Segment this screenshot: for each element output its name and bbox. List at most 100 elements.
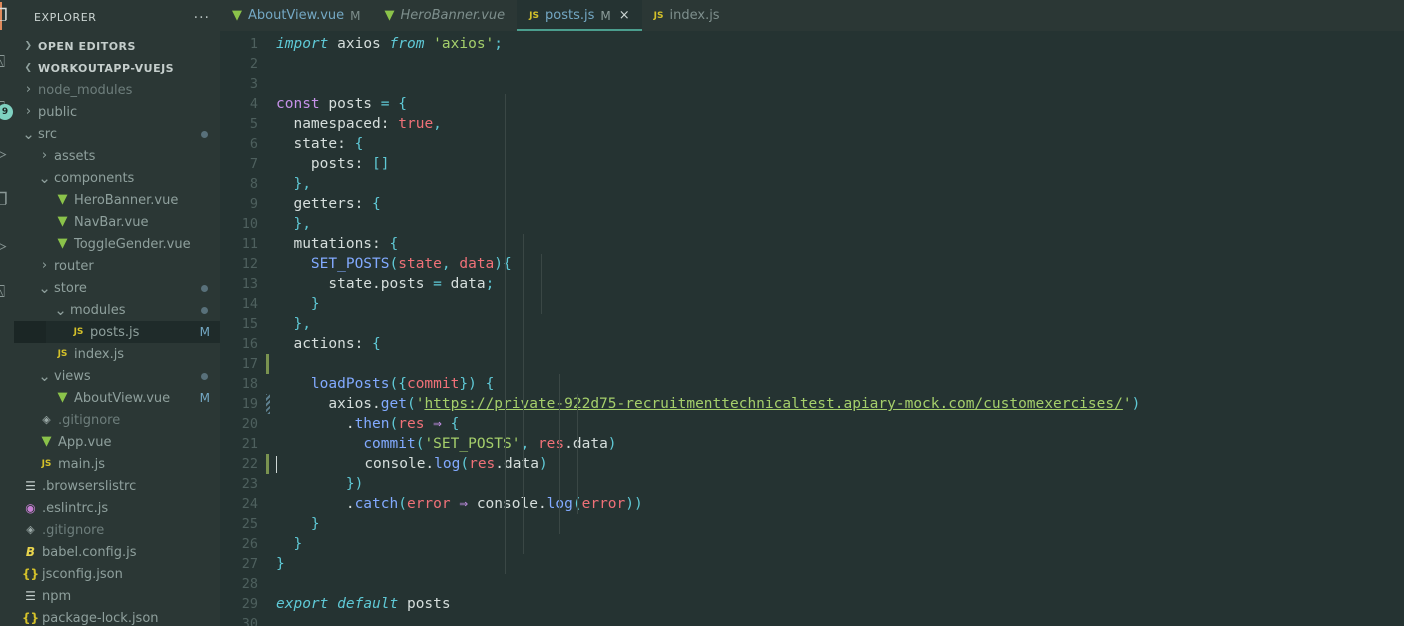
code-line-text: import axios from 'axios'; [276, 36, 504, 52]
tree-file-babel-config-js[interactable]: Bbabel.config.js [14, 541, 220, 563]
tree-file-npm[interactable]: ☰ npm [14, 585, 220, 607]
chevron-down-icon[interactable]: ⌄ [22, 127, 35, 142]
vue-file-icon: ▼ [41, 434, 52, 449]
code-line[interactable]: 2 [220, 54, 1404, 74]
tree-file-package-lock-json[interactable]: {} package-lock.json [14, 607, 220, 626]
code-content[interactable]: 1 import axios from 'axios'; 2 3 4 const post… [220, 31, 1404, 626]
folder-modified-dot [201, 284, 208, 292]
indent-guide [523, 234, 524, 334]
chevron-down-icon[interactable]: ⌄ [38, 369, 51, 384]
code-line[interactable]: 8 }, [220, 174, 1404, 194]
code-editor[interactable]: 1 import axios from 'axios'; 2 3 4 const post… [220, 31, 1404, 626]
tree-item-label: main.js [58, 456, 105, 472]
editor-tab-aboutview-vue[interactable]: ▼ AboutView.vue M [220, 0, 373, 31]
code-line[interactable]: 11 mutations: { [220, 234, 1404, 254]
tree-folder-router[interactable]: › router [14, 255, 220, 277]
code-line[interactable]: 24 .catch(error ⇒ console.log(error)) [220, 494, 1404, 514]
chevron-right-icon[interactable]: › [38, 256, 51, 276]
tree-file-gitignore[interactable]: ◈ .gitignore [14, 409, 220, 431]
sidebar-section-open-editors[interactable]: ❯ OPEN EDITORS [14, 35, 220, 57]
tree-folder-src[interactable]: ⌄ src [14, 123, 220, 145]
code-line[interactable]: 3 [220, 74, 1404, 94]
code-line[interactable]: 21 commit('SET_POSTS', res.data) [220, 434, 1404, 454]
babel-file-icon: B [25, 545, 36, 559]
line-number: 20 [241, 416, 258, 432]
chevron-right-icon[interactable]: › [22, 102, 35, 122]
tree-file-eslintrc-js[interactable]: ◉ .eslintrc.js [14, 497, 220, 519]
tree-item-label: node_modules [38, 82, 133, 98]
tree-file-main-js[interactable]: JS main.js [14, 453, 220, 475]
code-line[interactable]: 15 }, [220, 314, 1404, 334]
tree-file-aboutview-vue[interactable]: ▼ AboutView.vue M [14, 387, 220, 409]
testing-icon[interactable]: ▷ [0, 232, 14, 260]
tree-file-index-js[interactable]: JS index.js [14, 343, 220, 365]
tree-folder-modules[interactable]: ⌄ modules [14, 299, 220, 321]
tree-file-togglegender-vue[interactable]: ▼ ToggleGender.vue [14, 233, 220, 255]
chevron-right-icon[interactable]: › [38, 146, 51, 166]
tab-close-icon[interactable]: × [619, 9, 630, 22]
chevron-down-icon[interactable]: ⌄ [54, 303, 67, 318]
extensions-icon[interactable]: ❐ [0, 186, 14, 214]
code-line[interactable]: 13 state.posts = data; [220, 274, 1404, 294]
open-editors-label: OPEN EDITORS [38, 39, 136, 53]
tree-folder-assets[interactable]: › assets [14, 145, 220, 167]
code-line[interactable]: 5 namespaced: true, [220, 114, 1404, 134]
tab-label: AboutView.vue [248, 8, 345, 23]
tree-file-gitignore[interactable]: ◈ .gitignore [14, 519, 220, 541]
run-debug-icon[interactable]: ▷ [0, 140, 14, 168]
code-line[interactable]: 10 }, [220, 214, 1404, 234]
tree-folder-node-modules[interactable]: › node_modules [14, 79, 220, 101]
sidebar-section-workspace[interactable]: ❮ WORKOUTAPP-VUEJS [14, 57, 220, 79]
tree-folder-public[interactable]: › public [14, 101, 220, 123]
code-line[interactable]: 22 console.log(res.data) [220, 454, 1404, 474]
search-icon[interactable]: ⍓ [0, 48, 14, 76]
more-actions-icon[interactable]: ··· [194, 11, 210, 25]
tree-file-posts-js[interactable]: JS posts.js M [14, 321, 220, 343]
code-line[interactable]: 16 actions: { [220, 334, 1404, 354]
code-line[interactable]: 7 posts: [] [220, 154, 1404, 174]
code-line[interactable]: 14 } [220, 294, 1404, 314]
code-line[interactable]: 4 const posts = { [220, 94, 1404, 114]
remote-explorer-icon[interactable]: ⍓ [0, 278, 14, 306]
tree-file-herobanner-vue[interactable]: ▼ HeroBanner.vue [14, 189, 220, 211]
code-line-text: } [310, 516, 320, 532]
editor-tab-herobanner-vue[interactable]: ▼ HeroBanner.vue [372, 0, 518, 31]
code-line[interactable]: 6 state: { [220, 134, 1404, 154]
explorer-icon[interactable]: ❐ [0, 2, 14, 30]
tree-folder-components[interactable]: ⌄ components [14, 167, 220, 189]
code-line[interactable]: 1 import axios from 'axios'; [220, 34, 1404, 54]
tree-folder-store[interactable]: ⌄ store [14, 277, 220, 299]
tree-file-app-vue[interactable]: ▼ App.vue [14, 431, 220, 453]
tree-file-jsconfig-json[interactable]: {} jsconfig.json [14, 563, 220, 585]
explorer-sidebar: EXPLORER ··· ❯ OPEN EDITORS ❮ WORKOUTAPP… [14, 0, 220, 626]
editor-tab-index-js[interactable]: JS index.js [641, 0, 732, 31]
code-line[interactable]: 23 }) [220, 474, 1404, 494]
code-line[interactable]: 18 loadPosts({commit}) { [220, 374, 1404, 394]
chevron-down-icon: ❮ [24, 63, 33, 73]
explorer-title-label: EXPLORER [34, 11, 97, 24]
code-line[interactable]: 29 export default posts [220, 594, 1404, 614]
code-line[interactable]: 17 [220, 354, 1404, 374]
code-line[interactable]: 20 .then(res ⇒ { [220, 414, 1404, 434]
code-line-text: loadPosts({commit}) { [310, 376, 495, 392]
code-line[interactable]: 12 SET_POSTS(state, data){ [220, 254, 1404, 274]
code-line[interactable]: 27} [220, 554, 1404, 574]
code-line-text: posts: [] [310, 156, 390, 172]
line-number: 22 [241, 456, 258, 472]
tree-file-navbar-vue[interactable]: ▼ NavBar.vue [14, 211, 220, 233]
code-line[interactable]: 19 axios.get('https://private-922d75-rec… [220, 394, 1404, 414]
code-line-text: } [310, 296, 320, 312]
code-line[interactable]: 28 [220, 574, 1404, 594]
chevron-down-icon[interactable]: ⌄ [38, 281, 51, 296]
editor-tab-posts-js[interactable]: JS posts.js M × [517, 0, 643, 31]
code-line[interactable]: 25 } [220, 514, 1404, 534]
code-line[interactable]: 26 } [220, 534, 1404, 554]
chevron-right-icon[interactable]: › [22, 80, 35, 100]
tree-folder-views[interactable]: ⌄ views [14, 365, 220, 387]
tree-file-browserslistrc[interactable]: ☰ .browserslistrc [14, 475, 220, 497]
code-line-text: }, [293, 176, 311, 192]
chevron-down-icon[interactable]: ⌄ [38, 171, 51, 186]
line-number: 5 [249, 116, 258, 132]
code-line[interactable]: 30 [220, 614, 1404, 626]
code-line[interactable]: 9 getters: { [220, 194, 1404, 214]
